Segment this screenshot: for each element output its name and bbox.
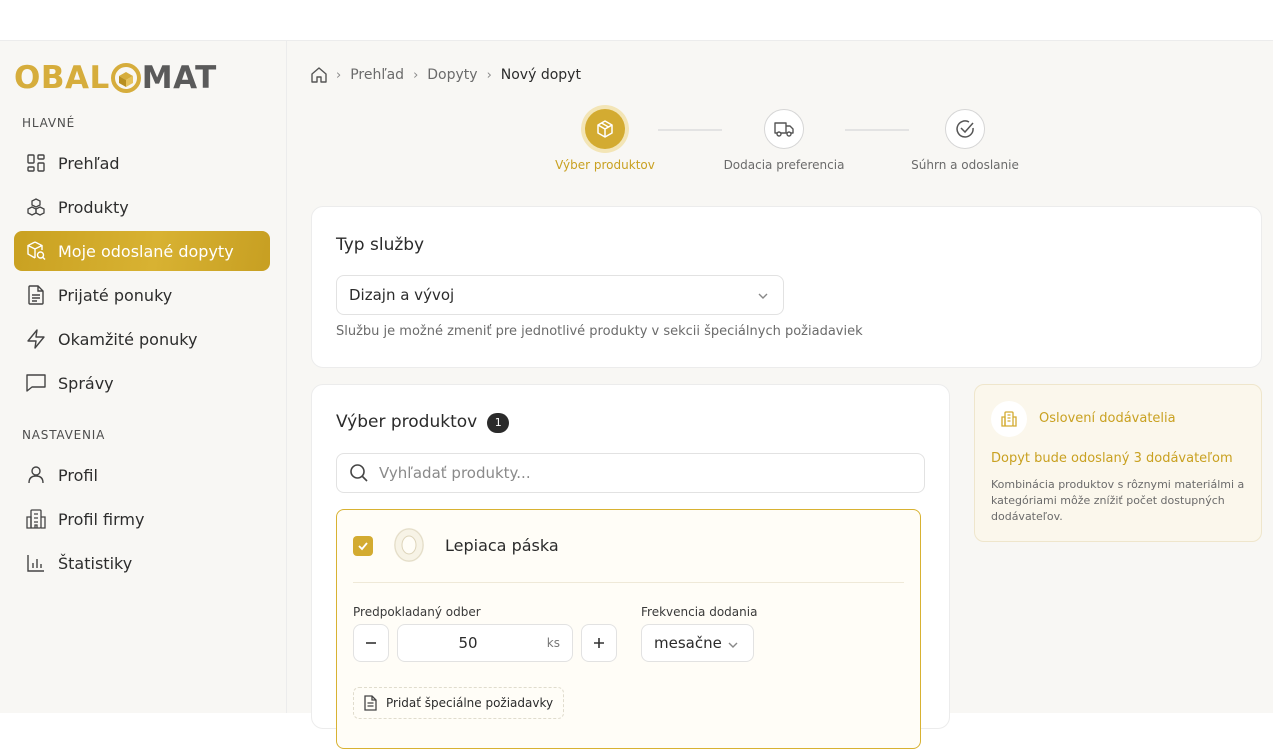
step-dodacia-preferencia[interactable]: Dodacia preferencia [704,109,864,172]
frequency-select[interactable]: mesačne [641,624,754,662]
quantity-value: 50 [458,634,478,652]
quantity-increase-button[interactable] [581,624,617,662]
sidebar-item-spravy[interactable]: Správy [14,363,270,403]
logo-box-icon [110,63,141,93]
chevron-right-icon: › [413,67,419,83]
message-icon [26,373,46,393]
product-search-input[interactable] [379,464,879,482]
suppliers-card: Oslovení dodávatelia Dopyt bude odoslaný… [974,384,1262,542]
sidebar-item-label: Profil firmy [58,509,145,529]
quantity-decrease-button[interactable] [353,624,389,662]
sidebar-item-label: Produkty [58,197,129,217]
suppliers-headline: Dopyt bude odoslaný 3 dodávateľom [991,451,1233,466]
suppliers-title: Oslovení dodávatelia [1039,411,1176,426]
stepper: Výber produktov Dodacia preferencia Súhr… [287,109,1273,179]
product-name: Lepiaca páska [445,536,559,555]
chevron-down-icon [757,288,769,306]
frequency-value: mesačne [654,634,722,652]
sidebar-item-label: Štatistiky [58,553,133,573]
product-checkbox[interactable] [353,536,373,556]
sidebar-item-okamzite-ponuky[interactable]: Okamžité ponuky [14,319,270,359]
truck-icon [764,109,804,149]
product-selection-card: Výber produktov 1 Lepiaca páska Predpokla… [311,384,950,749]
sidebar-item-produkty[interactable]: Produkty [14,187,270,227]
sidebar-item-prijate-ponuky[interactable]: Prijaté ponuky [14,275,270,315]
logo-text-part2: MAT [141,60,217,96]
section-label-main: HLAVNÉ [22,116,75,130]
chevron-right-icon: › [486,67,492,83]
service-type-select[interactable]: Dizajn a vývoj [336,275,784,315]
breadcrumb: › Prehľad › Dopyty › Nový dopyt [311,65,581,85]
quantity-unit: ks [546,636,560,650]
step-label: Súhrn a odoslanie [911,158,1019,172]
service-type-value: Dizajn a vývoj [349,286,455,304]
dashboard-icon [26,153,46,173]
main-content: › Prehľad › Dopyty › Nový dopyt Výber pr… [287,41,1273,749]
check-circle-icon [945,109,985,149]
package-search-icon [26,241,46,261]
lightning-icon [26,329,46,349]
breadcrumb-current: Nový dopyt [500,67,581,83]
sidebar-item-prehlad[interactable]: Prehľad [14,143,270,183]
sidebar: OBAL MAT HLAVNÉ Prehľad Produkty Moje od… [0,41,287,713]
section-label-settings: NASTAVENIA [22,428,106,442]
product-selection-header: Výber produktov 1 [336,412,510,433]
step-label: Dodacia preferencia [723,158,845,172]
sidebar-item-moje-dopyty[interactable]: Moje odoslané dopyty [14,231,270,271]
document-icon [364,695,377,711]
chevron-down-icon [727,637,739,655]
add-special-requirements-label: Pridať špeciálne požiadavky [386,696,554,710]
suppliers-note: Kombinácia produktov s rôznymi materiálm… [991,478,1245,523]
service-type-helper: Službu je možné zmeniť pre jednotlivé pr… [336,324,863,339]
bar-chart-icon [26,553,46,573]
add-special-requirements-button[interactable]: Pridať špeciálne požiadavky [353,687,565,719]
breadcrumb-link-prehlad[interactable]: Prehľad [350,67,404,83]
sidebar-item-profil-firmy[interactable]: Profil firmy [14,499,270,539]
document-icon [26,285,46,305]
search-icon [349,463,369,483]
building-icon [991,401,1027,437]
quantity-field[interactable]: 50 ks [397,624,573,662]
service-type-title: Typ služby [336,235,425,255]
frequency-label: Frekvencia dodania [641,605,758,619]
box-icon [585,109,625,149]
logo-text-part1: OBAL [14,60,110,96]
chevron-right-icon: › [336,67,342,83]
product-thumbnail [389,524,429,566]
user-icon [26,465,46,485]
quantity-label: Predpokladaný odber [353,605,481,619]
logo[interactable]: OBAL MAT [14,60,217,96]
product-item: Lepiaca páska Predpokladaný odber 50 ks … [336,509,921,749]
breadcrumb-link-dopyty[interactable]: Dopyty [427,67,477,83]
sidebar-item-profil[interactable]: Profil [14,455,270,495]
sidebar-item-label: Prijaté ponuky [58,285,173,305]
step-suhrn-odoslanie[interactable]: Súhrn a odoslanie [885,109,1045,172]
building-icon [26,509,46,529]
product-selection-title: Výber produktov [336,412,478,432]
sidebar-item-label: Okamžité ponuky [58,329,198,349]
sidebar-item-label: Profil [58,465,98,485]
boxes-icon [26,197,46,217]
divider [353,582,904,583]
selected-count-badge: 1 [487,412,510,433]
step-vyber-produktov[interactable]: Výber produktov [525,109,685,172]
service-type-card: Typ služby Dizajn a vývoj Službu je možn… [311,206,1262,368]
sidebar-item-statistiky[interactable]: Štatistiky [14,543,270,583]
top-bar [0,0,1273,41]
step-label: Výber produktov [555,158,655,172]
product-search[interactable] [336,453,925,493]
sidebar-item-label: Prehľad [58,153,120,173]
home-icon[interactable] [311,67,327,83]
sidebar-item-label: Moje odoslané dopyty [58,241,234,261]
sidebar-item-label: Správy [58,373,114,393]
